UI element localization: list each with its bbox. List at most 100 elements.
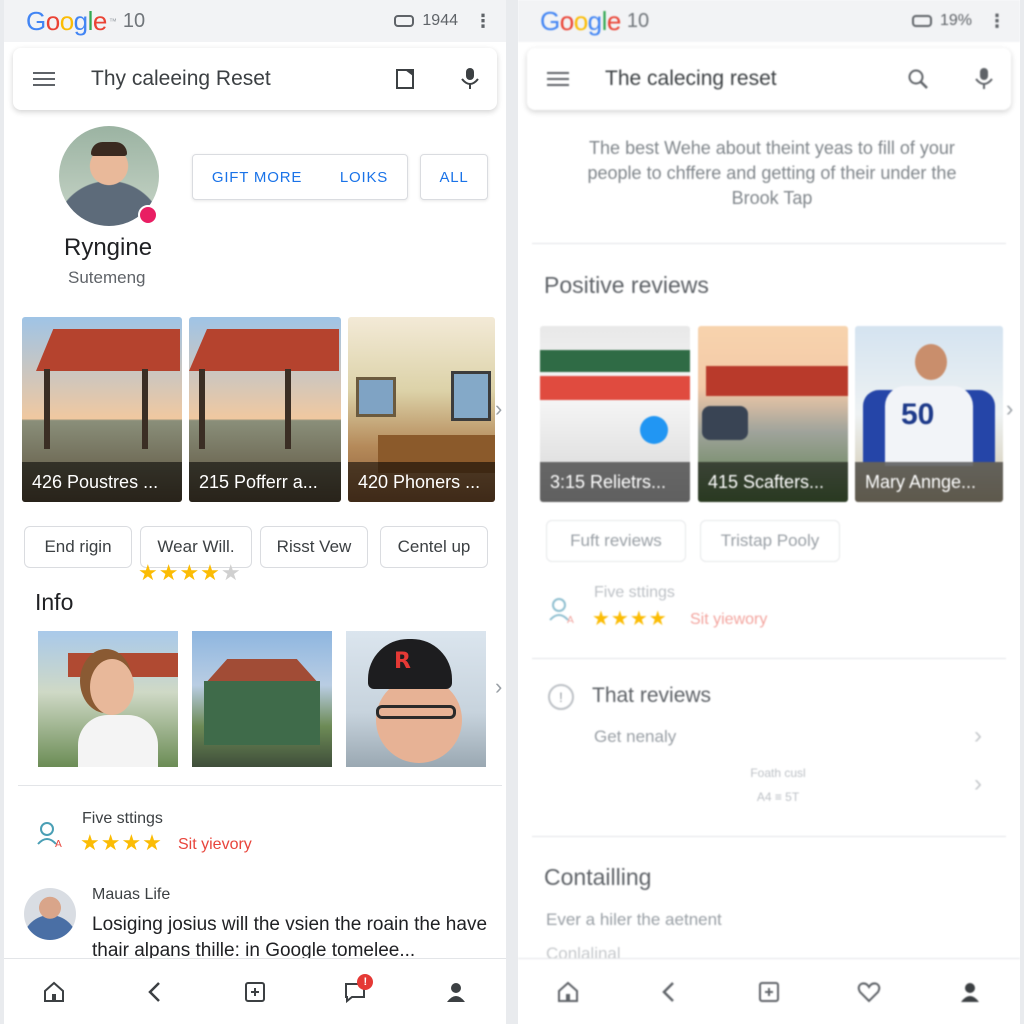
rating-user-icon: A: [549, 598, 574, 626]
gift-more-button[interactable]: GIFT MORE: [212, 169, 302, 186]
nav-back[interactable]: [135, 972, 175, 1012]
row-meta: A4 ≡ 5T: [756, 790, 800, 804]
divider: [532, 836, 1006, 837]
status-number: 10: [626, 9, 650, 32]
rating-label: Five sttings: [82, 810, 163, 827]
row-meta: Foath cusl: [750, 766, 806, 780]
battery-icon: [394, 15, 415, 27]
nav-home[interactable]: [34, 972, 74, 1012]
card-caption: 420 Phoners ...: [348, 462, 495, 502]
nav-profile[interactable]: [436, 972, 476, 1012]
review-card[interactable]: 415 Scafters...: [698, 326, 848, 502]
card-caption: 426 Poustres ...: [22, 462, 182, 502]
back-icon: [147, 981, 160, 1002]
chevron-right-icon[interactable]: ›: [495, 674, 502, 700]
divider: [18, 785, 502, 786]
action-button-group: GIFT MORE LOIKS: [192, 154, 408, 200]
home-icon: [558, 981, 579, 1002]
filter-chip[interactable]: Centel up: [380, 526, 488, 568]
status-time: 1944: [422, 12, 458, 29]
home-icon: [44, 981, 65, 1002]
person-icon: [446, 982, 465, 1002]
loiks-button[interactable]: LOIKS: [340, 169, 388, 186]
more-vert-icon[interactable]: ⋮: [980, 12, 1006, 30]
svg-text:A: A: [567, 615, 574, 626]
trademark: ™: [108, 16, 117, 26]
containing-heading: Contailling: [544, 864, 652, 890]
search-bar[interactable]: The calecing reset: [527, 48, 1011, 110]
mic-icon[interactable]: [459, 67, 481, 91]
filter-chip[interactable]: Fuft reviews: [546, 520, 686, 562]
search-bar[interactable]: Thy caleeing Reset: [13, 48, 497, 110]
info-photo[interactable]: [38, 631, 178, 767]
card-caption: Mary Annge...: [855, 462, 1003, 502]
divider: [532, 243, 1006, 244]
search-title: Thy caleeing Reset: [91, 67, 271, 90]
battery-percent: 19%: [939, 12, 972, 29]
search-icon[interactable]: [907, 68, 929, 90]
card-caption: 415 Scafters...: [698, 462, 848, 502]
card-caption: 3:15 Relietrs...: [540, 462, 690, 502]
heart-icon: [858, 981, 881, 1002]
divider: [532, 658, 1006, 659]
nav-add[interactable]: [235, 972, 275, 1012]
filter-chip[interactable]: Risst Vew: [260, 526, 368, 568]
rating-link[interactable]: Sit yievory: [178, 836, 252, 854]
rating-stars: ★★★★: [80, 830, 163, 855]
info-icon: !: [548, 684, 574, 710]
rating-stars: ★★★★: [592, 608, 668, 630]
nav-back[interactable]: [649, 972, 689, 1012]
review-card[interactable]: 50 Mary Annge...: [855, 326, 1003, 502]
nav-home[interactable]: [548, 972, 588, 1012]
positive-reviews-heading: Positive reviews: [544, 272, 709, 298]
menu-icon[interactable]: [547, 72, 569, 86]
right-phone-screen: Google 10 19% ⋮ The calecing reset The b…: [518, 0, 1020, 1024]
photo-card[interactable]: 215 Pofferr a...: [189, 317, 341, 502]
google-logo: Google: [26, 5, 107, 36]
chevron-right-icon[interactable]: ›: [974, 722, 982, 750]
nav-add[interactable]: [749, 972, 789, 1012]
that-reviews-heading: That reviews: [592, 684, 712, 707]
all-button[interactable]: ALL: [420, 154, 488, 200]
info-photo[interactable]: R: [346, 631, 486, 767]
reviewer-name: Mauas Life: [92, 886, 171, 903]
all-button-label: ALL: [439, 168, 469, 186]
bookmark-icon[interactable]: [395, 68, 415, 90]
chevron-right-icon[interactable]: ›: [495, 396, 502, 422]
menu-icon[interactable]: [33, 72, 55, 86]
more-vert-icon[interactable]: ⋮: [466, 12, 492, 30]
bottom-nav: [518, 958, 1020, 1024]
card-caption: 215 Pofferr a...: [189, 462, 341, 502]
status-bar: Google 10 19% ⋮: [518, 0, 1020, 42]
left-phone-screen: Google ™ 10 1944 ⋮ Thy caleeing Reset Ry…: [4, 0, 506, 1024]
info-photo[interactable]: [192, 631, 332, 767]
google-logo: Google: [540, 5, 621, 36]
review-card[interactable]: 3:15 Relietrs...: [540, 326, 690, 502]
back-icon: [661, 981, 674, 1002]
info-heading: Info: [35, 589, 74, 615]
star-rating[interactable]: ★★★★★: [138, 560, 242, 586]
search-title: The calecing reset: [605, 67, 777, 90]
chevron-right-icon[interactable]: ›: [1006, 396, 1013, 422]
nav-messages[interactable]: !: [335, 972, 375, 1012]
battery-icon: [911, 15, 932, 27]
jersey-number: 50: [901, 398, 935, 431]
person-icon: [960, 982, 979, 1002]
reviewer-avatar[interactable]: [24, 888, 76, 940]
notification-badge: !: [357, 973, 374, 990]
mic-icon[interactable]: [973, 67, 995, 91]
nav-favorites[interactable]: [849, 972, 889, 1012]
that-reviews-subtitle: Get nenaly: [594, 727, 677, 746]
rating-user-icon: A: [37, 822, 62, 850]
filter-chip[interactable]: End rigin: [24, 526, 132, 568]
profile-name: Ryngine: [64, 234, 153, 261]
filter-chip[interactable]: Tristap Pooly: [700, 520, 840, 562]
chevron-right-icon[interactable]: ›: [974, 770, 982, 798]
status-number: 10: [122, 9, 146, 32]
nav-profile[interactable]: [950, 972, 990, 1012]
profile-subtitle: Sutemeng: [68, 268, 146, 287]
photo-card[interactable]: 420 Phoners ...: [348, 317, 495, 502]
photo-card[interactable]: 426 Poustres ...: [22, 317, 182, 502]
svg-text:A: A: [55, 839, 62, 850]
rating-link[interactable]: Sit yiewory: [690, 611, 767, 629]
